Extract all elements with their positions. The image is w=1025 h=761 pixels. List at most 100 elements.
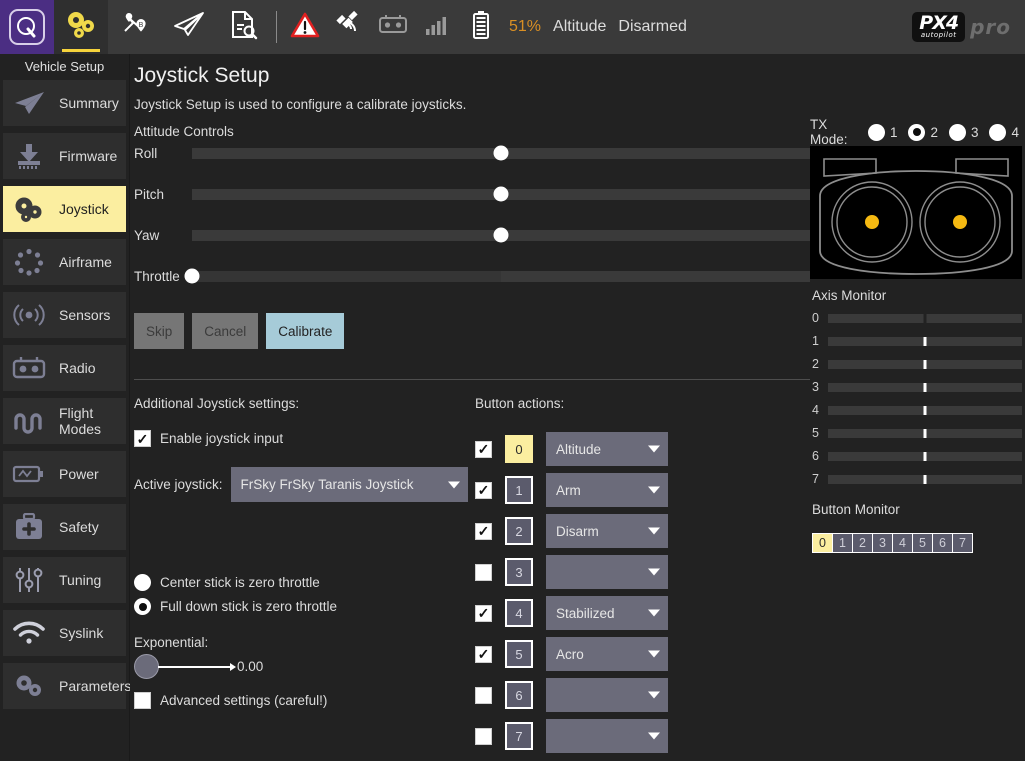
- flight-mode-label[interactable]: Altitude: [547, 18, 612, 36]
- button-action-select[interactable]: Arm: [546, 473, 668, 507]
- button-action-checkbox[interactable]: [475, 728, 492, 745]
- sensors-waves-icon: [7, 296, 51, 334]
- sidebar-item-syslink[interactable]: Syslink: [3, 610, 126, 656]
- button-action-checkbox[interactable]: ✓: [475, 605, 492, 622]
- button-action-checkbox[interactable]: ✓: [475, 441, 492, 458]
- toolbar-fly-button[interactable]: [162, 0, 216, 54]
- exponential-slider[interactable]: 0.00: [134, 654, 263, 679]
- axis-monitor-indicator: [924, 360, 927, 369]
- sidebar-item-joystick[interactable]: Joystick: [3, 186, 126, 232]
- active-joystick-row: Active joystick: FrSky FrSky Taranis Joy…: [134, 467, 468, 502]
- tx-mode-radio-4[interactable]: [989, 124, 1006, 141]
- rc-indicator[interactable]: [371, 0, 415, 54]
- sidebar-item-parameters[interactable]: Parameters: [3, 663, 126, 709]
- check-mark-icon: ✓: [478, 524, 490, 538]
- sidebar-item-label: Tuning: [59, 572, 101, 588]
- button-action-select[interactable]: Disarm: [546, 514, 668, 548]
- sidebar-item-flight-modes[interactable]: Flight Modes: [3, 398, 126, 444]
- slider-track[interactable]: [192, 189, 810, 200]
- chevron-down-icon: [648, 733, 660, 740]
- slider-track[interactable]: [192, 148, 810, 159]
- exponential-slider-track[interactable]: [158, 666, 230, 668]
- signal-strength-indicator[interactable]: [415, 0, 459, 54]
- sidebar-item-power[interactable]: Power: [3, 451, 126, 497]
- calibrate-button[interactable]: Calibrate: [266, 313, 344, 349]
- button-action-checkbox[interactable]: ✓: [475, 482, 492, 499]
- radio-selected-dot: [139, 603, 147, 611]
- center-stick-zero-throttle-option[interactable]: Center stick is zero throttle: [134, 574, 320, 591]
- radio-full-down-stick[interactable]: [134, 598, 151, 615]
- toolbar-analyze-button[interactable]: [216, 0, 270, 54]
- app-logo-button[interactable]: [0, 0, 54, 54]
- axis-label: Pitch: [134, 187, 192, 202]
- enable-joystick-checkbox-row[interactable]: ✓ Enable joystick input: [134, 430, 283, 447]
- sidebar-item-label: Safety: [59, 519, 99, 535]
- full-down-stick-zero-throttle-option[interactable]: Full down stick is zero throttle: [134, 598, 337, 615]
- advanced-settings-checkbox-row[interactable]: Advanced settings (careful!): [134, 692, 327, 709]
- exponential-slider-handle[interactable]: [134, 654, 159, 679]
- enable-joystick-checkbox[interactable]: ✓: [134, 430, 151, 447]
- center-stick-label: Center stick is zero throttle: [160, 575, 320, 590]
- button-action-row: ✓ 1 Arm: [475, 473, 668, 507]
- axis-monitor-label: 6: [812, 449, 822, 463]
- axis-label: Roll: [134, 146, 192, 161]
- signal-bars-icon: [425, 14, 449, 41]
- button-action-select[interactable]: [546, 719, 668, 753]
- battery-indicator[interactable]: [459, 0, 503, 54]
- chevron-down-icon: [648, 569, 660, 576]
- button-action-checkbox[interactable]: ✓: [475, 523, 492, 540]
- skip-button[interactable]: Skip: [134, 313, 184, 349]
- slider-handle[interactable]: [494, 228, 509, 243]
- sidebar-item-firmware[interactable]: Firmware: [3, 133, 126, 179]
- button-monitor-cell: 2: [852, 533, 873, 553]
- button-action-row: ✓ 0 Altitude: [475, 432, 668, 466]
- sidebar-item-label: Firmware: [59, 148, 117, 164]
- button-action-select[interactable]: Acro: [546, 637, 668, 671]
- joystick-monitor-panel: TX Mode: 1 2 3 4 Axis Monitor 0 1: [810, 54, 1025, 761]
- gps-indicator[interactable]: [327, 0, 371, 54]
- tx-mode-radio-3[interactable]: [949, 124, 966, 141]
- button-action-checkbox[interactable]: [475, 687, 492, 704]
- arm-state-label[interactable]: Disarmed: [612, 18, 692, 36]
- sidebar-item-safety[interactable]: Safety: [3, 504, 126, 550]
- button-action-select[interactable]: Altitude: [546, 432, 668, 466]
- button-action-select[interactable]: [546, 678, 668, 712]
- button-index: 2: [505, 517, 533, 545]
- battery-icon: [471, 10, 491, 45]
- button-action-checkbox[interactable]: ✓: [475, 646, 492, 663]
- vehicle-setup-sidebar: Vehicle Setup Summary Firmware Joystick: [0, 54, 130, 761]
- sidebar-item-airframe[interactable]: Airframe: [3, 239, 126, 285]
- sidebar-item-radio[interactable]: Radio: [3, 345, 126, 391]
- sidebar-item-sensors[interactable]: Sensors: [3, 292, 126, 338]
- button-action-checkbox[interactable]: [475, 564, 492, 581]
- slider-track[interactable]: [192, 230, 810, 241]
- slider-handle[interactable]: [494, 187, 509, 202]
- radio-center-stick[interactable]: [134, 574, 151, 591]
- chevron-down-icon: [648, 651, 660, 658]
- tx-mode-radio-1[interactable]: [868, 124, 885, 141]
- slider-handle[interactable]: [185, 269, 200, 284]
- active-joystick-label: Active joystick:: [134, 477, 223, 492]
- axis-monitor-label: 5: [812, 426, 822, 440]
- attitude-slider-roll[interactable]: Roll: [134, 142, 810, 164]
- toolbar-plan-button[interactable]: B: [108, 0, 162, 54]
- toolbar-vehicle-setup-button[interactable]: [54, 0, 108, 54]
- button-action-select[interactable]: [546, 555, 668, 589]
- attitude-slider-throttle[interactable]: Throttle: [134, 265, 810, 287]
- sidebar-item-tuning[interactable]: Tuning: [3, 557, 126, 603]
- tx-mode-label-3: 3: [971, 125, 979, 140]
- vehicle-warning-indicator[interactable]: [283, 0, 327, 54]
- slider-handle[interactable]: [494, 146, 509, 161]
- slider-track[interactable]: [192, 271, 810, 282]
- attitude-slider-pitch[interactable]: Pitch: [134, 183, 810, 205]
- check-mark-icon: ✓: [478, 483, 490, 497]
- cancel-button[interactable]: Cancel: [192, 313, 258, 349]
- advanced-settings-checkbox[interactable]: [134, 692, 151, 709]
- sidebar-item-summary[interactable]: Summary: [3, 80, 126, 126]
- attitude-slider-yaw[interactable]: Yaw: [134, 224, 810, 246]
- button-action-select[interactable]: Stabilized: [546, 596, 668, 630]
- section-divider: [134, 379, 810, 380]
- sidebar-item-label: Airframe: [59, 254, 112, 270]
- tx-mode-radio-2[interactable]: [908, 124, 925, 141]
- active-joystick-select[interactable]: FrSky FrSky Taranis Joystick: [231, 467, 468, 502]
